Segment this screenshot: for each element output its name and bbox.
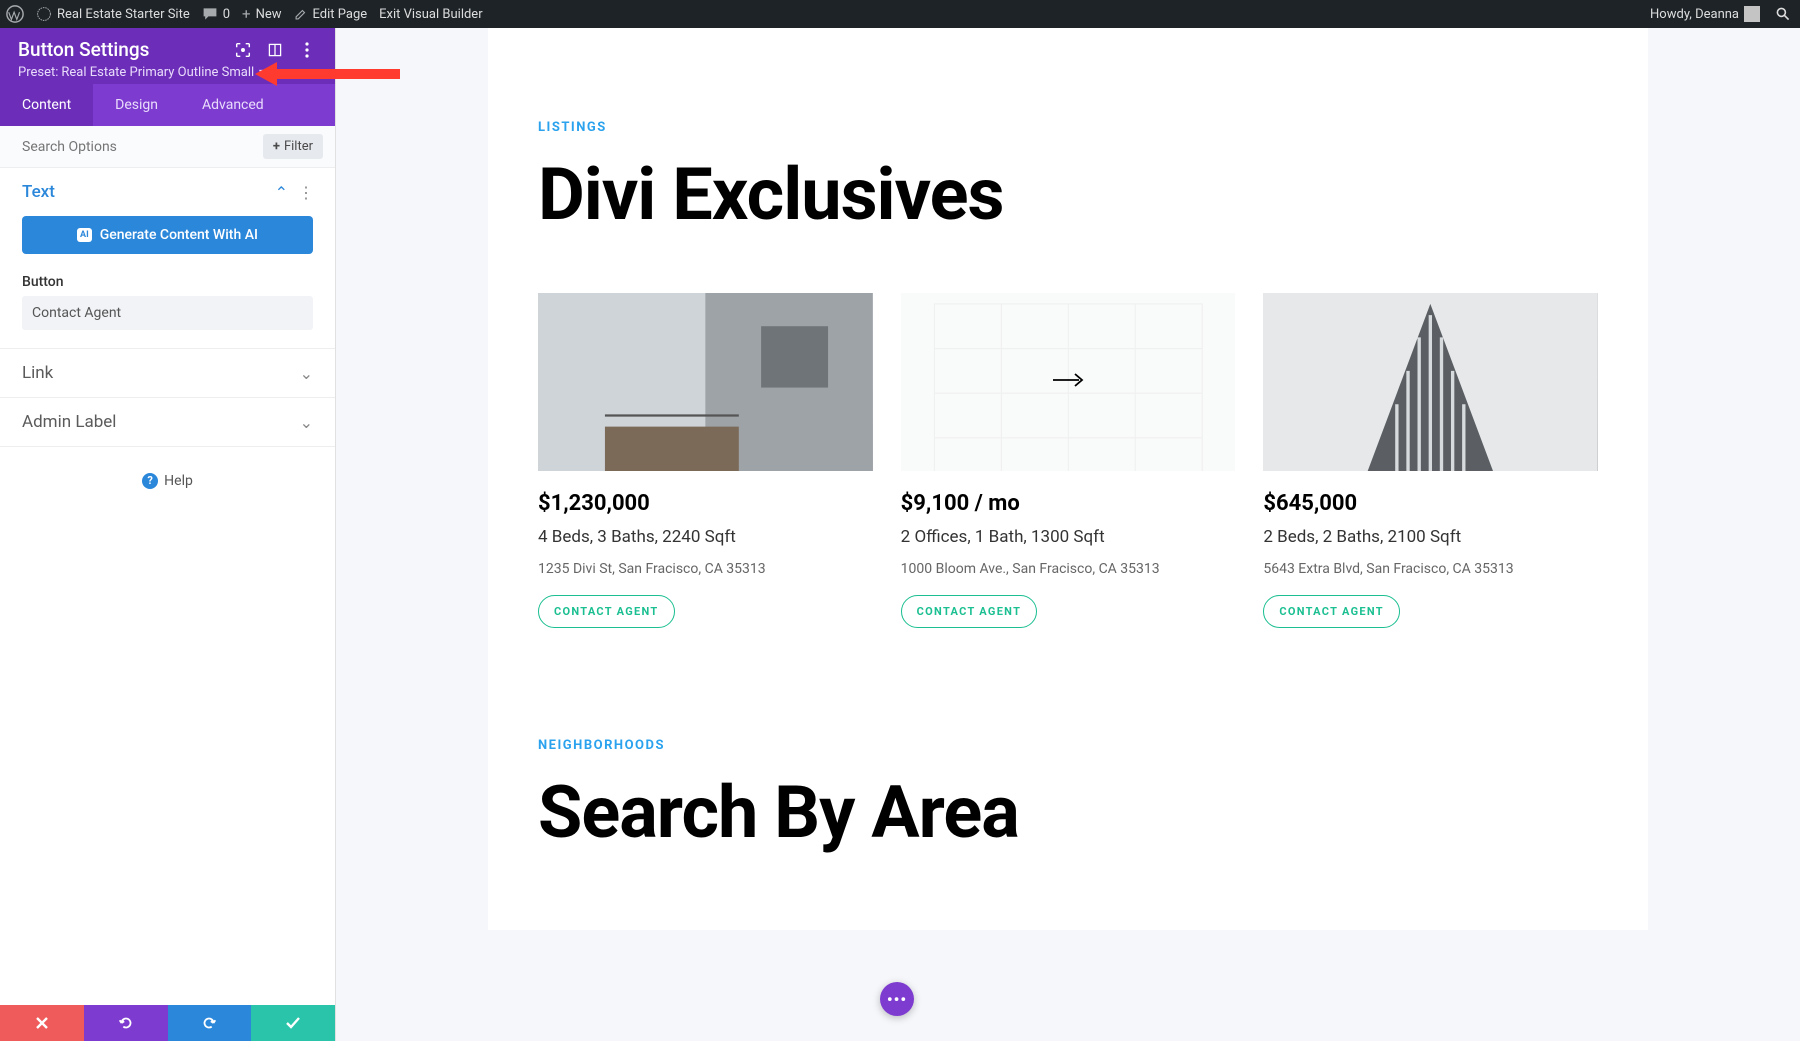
howdy-user[interactable]: Howdy, Deanna (1650, 6, 1760, 22)
listings-eyebrow: LISTINGS (538, 28, 1598, 135)
howdy-text: Howdy, Deanna (1650, 7, 1739, 22)
tab-advanced[interactable]: Advanced (180, 84, 286, 126)
section-link-title: Link (22, 363, 53, 383)
wp-admin-bar: Real Estate Starter Site 0 + New Edit Pa… (0, 0, 1800, 28)
search-row: + Filter (0, 126, 335, 168)
save-button[interactable] (251, 1005, 335, 1041)
cancel-button[interactable] (0, 1005, 84, 1041)
more-icon[interactable] (297, 40, 317, 60)
contact-agent-button[interactable]: CONTACT AGENT (538, 595, 675, 628)
listing-price: $9,100 / mo (901, 491, 1236, 516)
listing-card: $645,000 2 Beds, 2 Baths, 2100 Sqft 5643… (1263, 293, 1598, 628)
redo-button[interactable] (168, 1005, 252, 1041)
generate-ai-label: Generate Content With AI (100, 227, 258, 243)
ellipsis-icon: ••• (887, 990, 907, 1009)
filter-label: Filter (284, 139, 313, 154)
site-name-link[interactable]: Real Estate Starter Site (36, 6, 190, 22)
check-icon (285, 1015, 301, 1031)
neighborhoods-heading: Search By Area (538, 775, 1598, 851)
section-text-title: Text (22, 182, 55, 202)
section-link-toggle[interactable]: Link ⌄ (0, 349, 335, 397)
builder-fab[interactable]: ••• (880, 982, 914, 1016)
avatar (1744, 6, 1760, 22)
button-field-label: Button (22, 274, 313, 290)
ai-icon: AI (77, 228, 92, 242)
new-label: New (256, 7, 282, 22)
panel-tabs: Content Design Advanced (0, 84, 335, 126)
responsive-icon[interactable] (233, 40, 253, 60)
comment-count: 0 (223, 7, 230, 22)
listing-specs: 4 Beds, 3 Baths, 2240 Sqft (538, 527, 873, 547)
chevron-down-icon: ▼ (257, 67, 266, 78)
section-admin-label-toggle[interactable]: Admin Label ⌄ (0, 398, 335, 446)
preset-selector[interactable]: Preset: Real Estate Primary Outline Smal… (18, 65, 317, 80)
listing-address: 1235 Divi St, San Fracisco, CA 35313 (538, 561, 873, 577)
listing-address: 5643 Extra Blvd, San Fracisco, CA 35313 (1263, 561, 1598, 577)
search-icon[interactable] (1772, 3, 1794, 25)
comments-link[interactable]: 0 (202, 6, 230, 22)
listings-row: $1,230,000 4 Beds, 3 Baths, 2240 Sqft 12… (538, 293, 1598, 628)
listing-card: $9,100 / mo 2 Offices, 1 Bath, 1300 Sqft… (901, 293, 1236, 628)
listing-image[interactable] (1263, 293, 1598, 471)
chevron-down-icon: ⌄ (300, 413, 313, 432)
section-text: Text ⌃ ⋮ AI Generate Content With AI But… (0, 168, 335, 349)
search-input[interactable] (22, 139, 255, 155)
listing-address: 1000 Bloom Ave., San Fracisco, CA 35313 (901, 561, 1236, 577)
filter-button[interactable]: + Filter (263, 134, 323, 159)
exit-builder-label: Exit Visual Builder (379, 7, 482, 22)
section-more-icon[interactable]: ⋮ (298, 183, 313, 202)
listing-price: $1,230,000 (538, 491, 873, 516)
edit-page-link[interactable]: Edit Page (294, 7, 368, 22)
neighborhoods-eyebrow: NEIGHBORHOODS (538, 628, 1598, 753)
help-link[interactable]: ? Help (142, 473, 193, 489)
listing-specs: 2 Offices, 1 Bath, 1300 Sqft (901, 527, 1236, 547)
undo-icon (117, 1014, 135, 1032)
undo-button[interactable] (84, 1005, 168, 1041)
tab-design[interactable]: Design (93, 84, 180, 126)
help-icon: ? (142, 473, 158, 489)
section-link: Link ⌄ (0, 349, 335, 398)
chevron-up-icon: ⌃ (275, 183, 288, 202)
arrow-right-icon (1051, 371, 1085, 389)
listing-card: $1,230,000 4 Beds, 3 Baths, 2240 Sqft 12… (538, 293, 873, 628)
preset-name: Real Estate Primary Outline Small (61, 65, 254, 80)
preview-canvas: LISTINGS Divi Exclusives $1,230,000 4 Be… (336, 28, 1800, 1041)
panel-title: Button Settings (18, 38, 149, 61)
expand-icon[interactable] (265, 40, 285, 60)
preset-prefix: Preset: (18, 65, 58, 80)
chevron-down-icon: ⌄ (300, 364, 313, 383)
close-icon (35, 1016, 49, 1030)
tab-content[interactable]: Content (0, 84, 93, 126)
generate-ai-button[interactable]: AI Generate Content With AI (22, 216, 313, 254)
redo-icon (200, 1014, 218, 1032)
listing-price: $645,000 (1263, 491, 1598, 516)
settings-panel: Button Settings Preset: Real Estate Prim… (0, 28, 336, 1041)
panel-header: Button Settings Preset: Real Estate Prim… (0, 28, 335, 84)
site-name-text: Real Estate Starter Site (57, 7, 190, 22)
wp-logo-icon[interactable] (6, 5, 24, 23)
exit-builder-link[interactable]: Exit Visual Builder (379, 7, 482, 22)
contact-agent-button[interactable]: CONTACT AGENT (1263, 595, 1400, 628)
edit-page-label: Edit Page (313, 7, 368, 22)
listing-specs: 2 Beds, 2 Baths, 2100 Sqft (1263, 527, 1598, 547)
listing-image[interactable] (538, 293, 873, 471)
button-text-input[interactable] (22, 296, 313, 330)
listings-heading: Divi Exclusives (538, 157, 1598, 233)
section-admin-label-title: Admin Label (22, 412, 116, 432)
new-link[interactable]: + New (242, 5, 281, 23)
section-admin-label: Admin Label ⌄ (0, 398, 335, 447)
help-label: Help (164, 473, 193, 489)
section-text-toggle[interactable]: Text ⌃ ⋮ (0, 168, 335, 216)
panel-footer (0, 1005, 335, 1041)
contact-agent-button[interactable]: CONTACT AGENT (901, 595, 1038, 628)
help-row: ? Help (0, 447, 335, 511)
